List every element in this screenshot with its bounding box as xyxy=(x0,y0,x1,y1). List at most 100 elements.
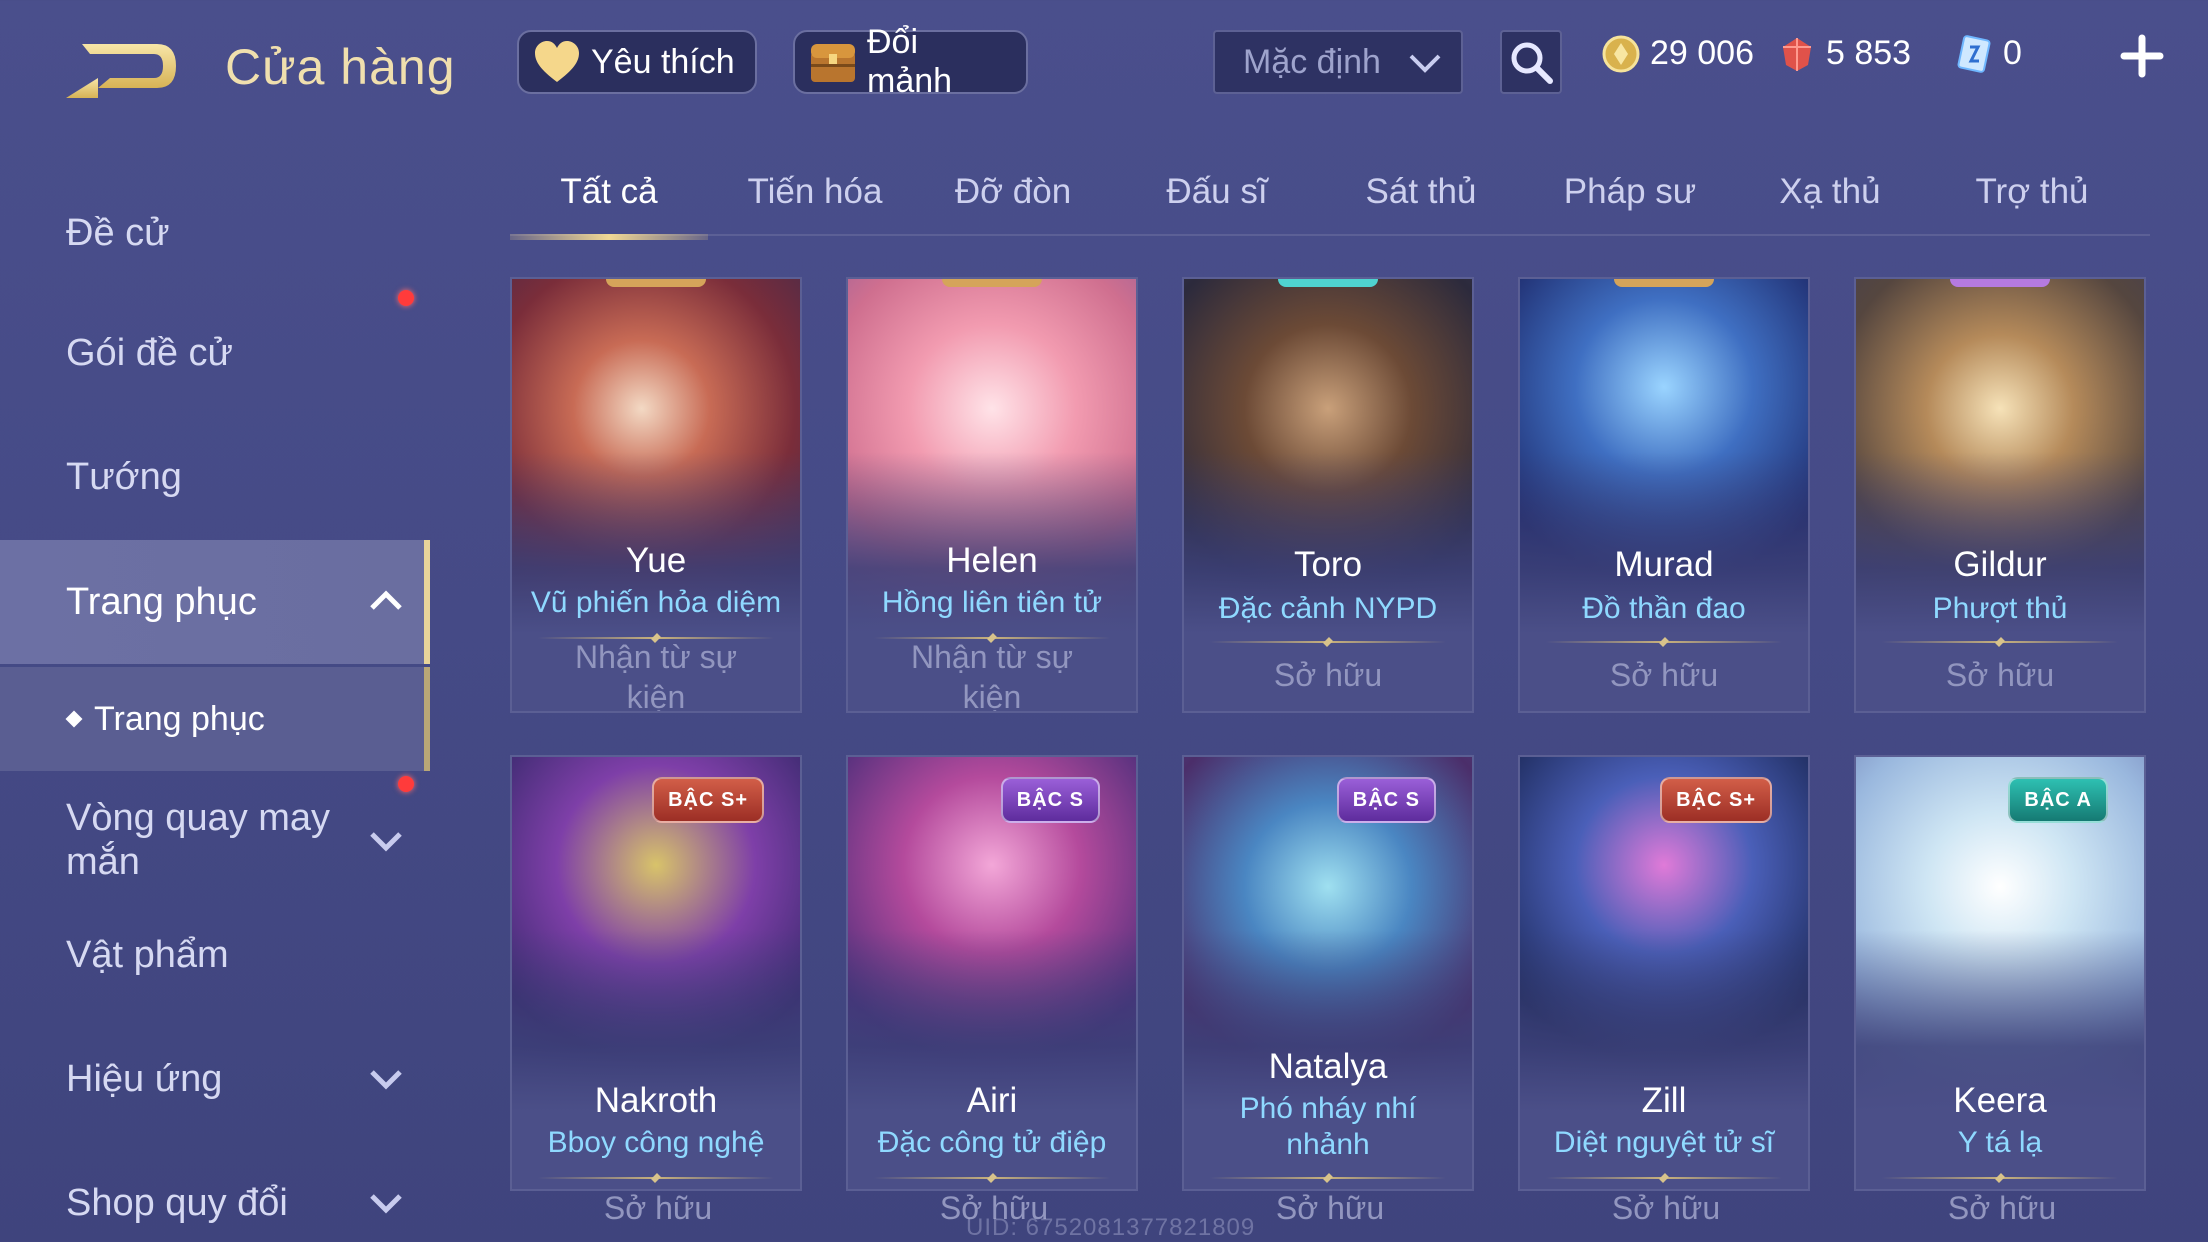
hero-name: Zill xyxy=(1641,1081,1687,1120)
tier-badge: BẬC S+ xyxy=(652,777,764,823)
tab-mage[interactable]: Pháp sư xyxy=(1540,172,1720,236)
ownership-status: Sở hữu xyxy=(1947,1190,2057,1226)
skin-grid: Yue Vũ phiến hỏa diệm Nhận từ sự kiện He… xyxy=(510,277,2150,1242)
skin-card[interactable]: BẬC S Airi Đặc công tử điệp xyxy=(846,755,1138,1191)
skin-name: Diệt nguyệt tử sĩ xyxy=(1553,1126,1775,1159)
hero-name: Yue xyxy=(625,541,687,580)
skin-name: Bboy công nghệ xyxy=(547,1126,765,1159)
chevron-down-icon xyxy=(370,1070,402,1090)
gold-coin-icon xyxy=(1602,35,1640,73)
tab-evolution[interactable]: Tiến hóa xyxy=(730,172,900,236)
hero-name: Nakroth xyxy=(594,1081,718,1120)
tab-support[interactable]: Trợ thủ xyxy=(1944,172,2120,236)
hero-name: Airi xyxy=(966,1081,1018,1120)
diamond-bullet-icon xyxy=(65,710,83,728)
ownership-status: Sở hữu xyxy=(1611,1190,1721,1226)
sidebar: Đề cử Gói đề cử Tướng Trang phục Trang p… xyxy=(0,168,432,1242)
skin-card[interactable]: BẬC S+ Nakroth Bboy công nghệ xyxy=(510,755,802,1191)
hero-name: Helen xyxy=(946,541,1038,580)
sidebar-item-items[interactable]: Vật phẩm xyxy=(0,900,430,1010)
ownership-status: Sở hữu xyxy=(1945,657,2055,693)
card-top-accent xyxy=(1950,279,2050,287)
page-title: Cửa hàng xyxy=(225,39,456,95)
card-top-accent xyxy=(942,279,1042,287)
skin-card[interactable]: Murad Đồ thần đao Sở hữu xyxy=(1518,277,1810,713)
hero-name: Murad xyxy=(1614,545,1714,584)
tier-badge: BẬC S xyxy=(1336,777,1436,823)
search-button[interactable] xyxy=(1500,30,1562,94)
voucher-icon xyxy=(1955,34,1993,73)
chevron-down-icon xyxy=(370,832,402,852)
tier-badge: BẬC S xyxy=(1000,777,1100,823)
sidebar-item-label: Đề cử xyxy=(66,211,170,254)
card-top-accent xyxy=(1278,279,1378,287)
shard-exchange-label: Đổi mảnh xyxy=(867,23,953,100)
sidebar-item-recommended-bundles[interactable]: Gói đề cử xyxy=(0,290,430,408)
sidebar-item-effects[interactable]: Hiệu ứng xyxy=(0,1024,430,1134)
tab-all[interactable]: Tất cả xyxy=(510,172,708,240)
sidebar-item-label: Hiệu ứng xyxy=(66,1057,223,1100)
card-divider xyxy=(1882,1177,2118,1179)
add-currency-button[interactable] xyxy=(2118,28,2166,84)
sidebar-item-heroes[interactable]: Tướng xyxy=(0,422,430,532)
ownership-status: Nhận từ sự kiện xyxy=(574,639,737,713)
ownership-status: Sở hữu xyxy=(603,1190,713,1226)
card-divider xyxy=(1882,641,2118,643)
ownership-status: Sở hữu xyxy=(1609,657,1719,693)
tab-tank[interactable]: Đỡ đòn xyxy=(928,172,1098,236)
hero-name: Gildur xyxy=(1953,545,2047,584)
tab-marksman[interactable]: Xạ thủ xyxy=(1750,172,1910,236)
hero-name: Toro xyxy=(1293,545,1363,584)
skin-card[interactable]: BẬC S Natalya Phó nháy nhí nhảnh xyxy=(1182,755,1474,1191)
tab-assassin[interactable]: Sát thủ xyxy=(1336,172,1506,236)
ownership-status: Sở hữu xyxy=(1273,657,1383,693)
back-button[interactable] xyxy=(62,32,182,102)
skin-card[interactable]: Helen Hồng liên tiên tử Nhận từ sự kiện xyxy=(846,277,1138,713)
sort-dropdown[interactable]: Mặc định xyxy=(1213,30,1463,94)
skin-card[interactable]: Toro Đặc cảnh NYPD Sở hữu xyxy=(1182,277,1474,713)
ruby-icon xyxy=(1778,35,1816,73)
tier-badge: BẬC A xyxy=(2008,777,2108,823)
plus-icon xyxy=(2120,34,2164,78)
notification-dot xyxy=(398,290,414,306)
sidebar-subitem-label: Trang phục xyxy=(94,699,265,738)
search-icon xyxy=(1511,42,1553,84)
heart-icon xyxy=(531,38,583,86)
card-divider xyxy=(1210,1177,1446,1179)
skin-card[interactable]: BẬC A Keera Y tá lạ xyxy=(1854,755,2146,1191)
card-divider xyxy=(1546,641,1782,643)
voucher-amount: 0 xyxy=(2003,34,2022,72)
chevron-up-icon xyxy=(370,590,402,610)
sort-value: Mặc định xyxy=(1243,42,1381,81)
sidebar-item-label: Vòng quay may mắn xyxy=(66,797,331,883)
sidebar-item-label: Tướng xyxy=(66,455,182,498)
card-divider xyxy=(1546,1177,1782,1179)
sidebar-item-skins[interactable]: Trang phục xyxy=(0,540,430,664)
sidebar-subitem-skins[interactable]: Trang phục xyxy=(0,667,430,771)
gold-balance: 29 006 xyxy=(1602,34,1754,73)
shard-exchange-button[interactable]: Đổi mảnh xyxy=(793,23,1028,100)
skin-name: Phó nháy nhí nhảnh xyxy=(1239,1092,1417,1161)
voucher-balance: 0 xyxy=(1955,34,2022,73)
tab-fighter[interactable]: Đấu sĩ xyxy=(1132,172,1302,236)
skin-name: Vũ phiến hỏa diệm xyxy=(530,586,782,619)
favorites-button[interactable]: Yêu thích xyxy=(517,30,757,94)
card-divider xyxy=(874,1177,1110,1179)
skin-card[interactable]: Gildur Phượt thủ Sở hữu xyxy=(1854,277,2146,713)
chevron-down-icon xyxy=(1409,54,1441,73)
gem-balance: 5 853 xyxy=(1778,34,1911,73)
sidebar-item-label: Vật phẩm xyxy=(66,933,229,976)
sidebar-item-lucky-wheel[interactable]: Vòng quay may mắn xyxy=(0,776,430,900)
skin-card[interactable]: BẬC S+ Zill Diệt nguyệt tử sĩ xyxy=(1518,755,1810,1191)
skin-card[interactable]: Yue Vũ phiến hỏa diệm Nhận từ sự kiện xyxy=(510,277,802,713)
skin-name: Y tá lạ xyxy=(1957,1126,2043,1159)
gold-amount: 29 006 xyxy=(1650,34,1754,72)
sidebar-item-recommended[interactable]: Đề cử xyxy=(0,178,430,288)
back-arrow-icon xyxy=(66,44,176,98)
gem-amount: 5 853 xyxy=(1826,34,1912,72)
sidebar-item-exchange-shop[interactable]: Shop quy đổi xyxy=(0,1148,430,1242)
hero-name: Keera xyxy=(1953,1081,2047,1120)
card-divider xyxy=(538,1177,774,1179)
role-tabs: Tất cả Tiến hóa Đỡ đòn Đấu sĩ Sát thủ Ph… xyxy=(510,160,2150,240)
chest-icon xyxy=(807,38,859,86)
